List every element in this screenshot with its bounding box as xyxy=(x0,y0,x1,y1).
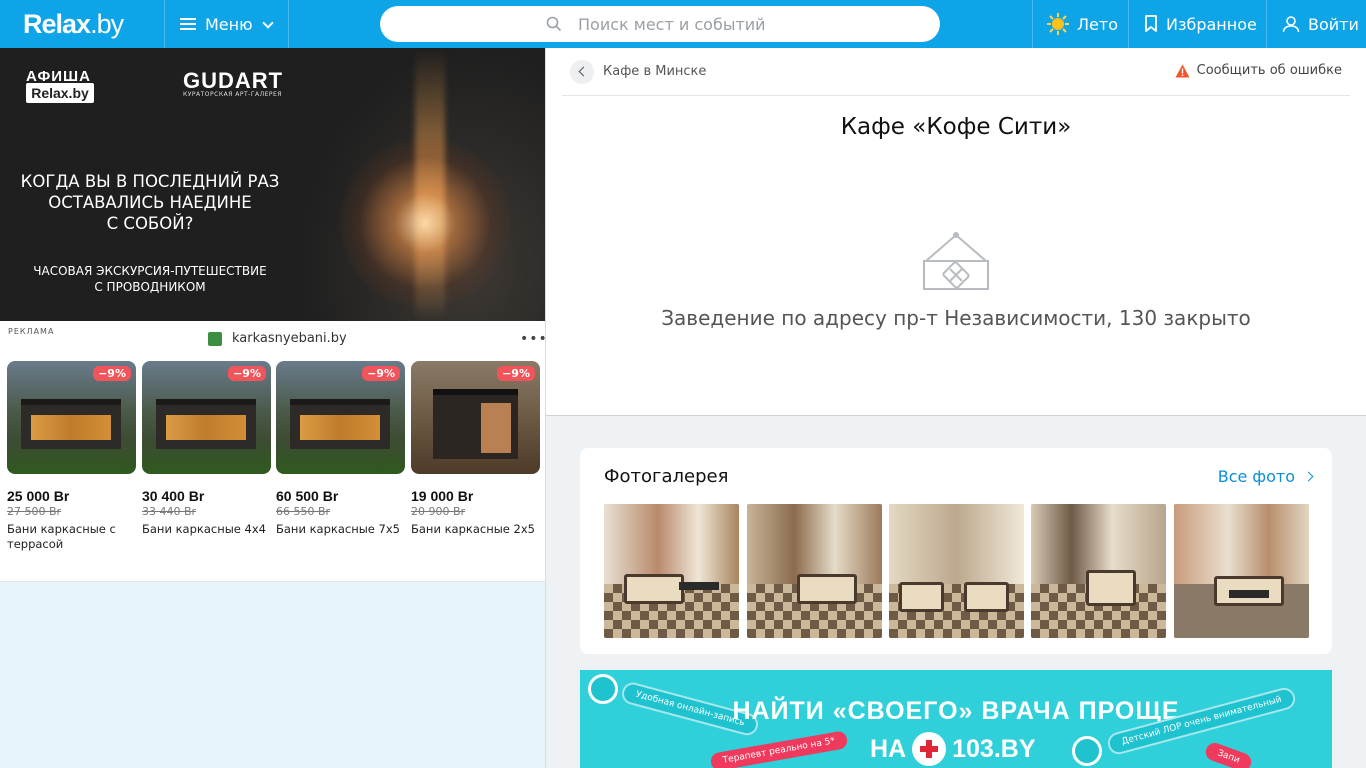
product-old-price: 20 900 Br xyxy=(411,505,466,518)
product-old-price: 66 550 Br xyxy=(276,505,331,518)
ad-product-card[interactable]: −9% 25 000 Br 27 500 Br Бани каркасные с… xyxy=(7,361,136,552)
product-title: Бани каркасные 4х4 xyxy=(142,522,266,536)
product-image: −9% xyxy=(142,361,271,474)
photo-gallery: Фотогалерея Все фото xyxy=(580,448,1332,654)
ad-block: РЕКЛАМА karkasnyebani.by ••• −9% 25 000 … xyxy=(0,321,548,582)
all-photos-label: Все фото xyxy=(1217,467,1295,486)
ad-domain-text: karkasnyebani.by xyxy=(232,331,347,346)
promo-banner[interactable]: АФИША Relax.by GUDART КУРАТОРСКАЯ АРТ-ГА… xyxy=(0,48,545,321)
menu-button[interactable]: Меню xyxy=(164,0,289,48)
gallery-title: Фотогалерея xyxy=(604,466,729,487)
doctor-ad-banner[interactable]: Удобная онлайн-запись Терапевт реально н… xyxy=(580,670,1332,768)
discount-badge: −9% xyxy=(497,366,535,381)
product-price: 19 000 Br xyxy=(411,488,474,504)
closed-sign-icon xyxy=(923,232,989,290)
sun-icon xyxy=(1047,13,1069,35)
place-card: Кафе в Минске Сообщить об ошибке Кафе «К… xyxy=(546,48,1366,416)
discount-badge: −9% xyxy=(93,366,131,381)
product-title: Бани каркасные 2х5 xyxy=(411,522,535,536)
banner-headline: КОГДА ВЫ В ПОСЛЕДНИЙ РАЗ ОСТАВАЛИСЬ НАЕД… xyxy=(0,171,300,234)
logo-text: Relax xyxy=(23,9,91,39)
closed-notice: Заведение по адресу пр-т Независимости, … xyxy=(661,306,1251,330)
product-old-price: 27 500 Br xyxy=(7,505,62,518)
favorites-label: Избранное xyxy=(1166,14,1257,34)
gallery-photo[interactable] xyxy=(1174,504,1309,638)
gallery-photo[interactable] xyxy=(1031,504,1166,638)
banner-subline: ЧАСОВАЯ ЭКСКУРСИЯ-ПУТЕШЕСТВИЕ С ПРОВОДНИ… xyxy=(0,263,300,295)
product-title: Бани каркасные с террасой xyxy=(7,522,116,551)
warning-icon xyxy=(1175,64,1190,77)
banner-subline-line: С ПРОВОДНИКОМ xyxy=(94,280,206,294)
banner-headline-line: КОГДА ВЫ В ПОСЛЕДНИЙ РАЗ xyxy=(20,172,280,191)
product-price: 60 500 Br xyxy=(276,488,339,504)
gallery-photo[interactable] xyxy=(604,504,739,638)
chevron-right-icon xyxy=(1303,471,1314,482)
medical-cross-icon xyxy=(912,732,947,766)
search-bar[interactable] xyxy=(380,6,940,42)
product-price: 30 400 Br xyxy=(142,488,205,504)
banner-subline-line: ЧАСОВАЯ ЭКСКУРСИЯ-ПУТЕШЕСТВИЕ xyxy=(33,264,267,278)
menu-label: Меню xyxy=(205,14,253,34)
product-title: Бани каркасные 7х5 xyxy=(276,522,400,536)
ad-pill: Терапевт реально на 5* xyxy=(709,730,849,768)
ad-label: РЕКЛАМА xyxy=(8,327,55,336)
search-input[interactable] xyxy=(578,14,938,34)
top-header: Relax.by Меню Лето Избранное Войти xyxy=(0,0,1366,48)
bookmark-icon xyxy=(1145,15,1157,32)
product-old-price: 33 440 Br xyxy=(142,505,197,518)
report-error-link[interactable]: Сообщить об ошибке xyxy=(1175,63,1342,78)
chat-bubble-icon xyxy=(1072,736,1102,766)
banner-headline-line: С СОБОЙ? xyxy=(106,214,194,233)
divider xyxy=(562,95,1350,96)
breadcrumb[interactable]: Кафе в Минске xyxy=(603,64,706,79)
ad-product-card[interactable]: −9% 60 500 Br 66 550 Br Бани каркасные 7… xyxy=(276,361,405,537)
gallery-photo[interactable] xyxy=(889,504,1024,638)
logo-suffix: .by xyxy=(90,9,124,39)
ad-product-card[interactable]: −9% 30 400 Br 33 440 Br Бани каркасные 4… xyxy=(142,361,271,537)
gallery-photo[interactable] xyxy=(747,504,882,638)
report-error-label: Сообщить об ошибке xyxy=(1196,63,1342,78)
site-favicon-icon xyxy=(208,331,222,346)
back-arrow-icon[interactable] xyxy=(570,60,594,84)
all-photos-link[interactable]: Все фото xyxy=(1217,467,1314,486)
discount-badge: −9% xyxy=(228,366,266,381)
discount-badge: −9% xyxy=(362,366,400,381)
ad-domain-link[interactable]: karkasnyebani.by xyxy=(208,331,347,346)
hamburger-icon xyxy=(180,18,196,30)
ad-headline-brand: НА 103.BY xyxy=(870,732,1036,766)
more-options-icon[interactable]: ••• xyxy=(520,331,548,347)
heart-glow-image xyxy=(340,138,510,308)
login-button[interactable]: Войти xyxy=(1266,0,1366,48)
season-button[interactable]: Лето xyxy=(1032,0,1128,48)
partner-subtitle: КУРАТОРСКАЯ АРТ-ГАЛЕРЕЯ xyxy=(183,91,282,98)
favorites-button[interactable]: Избранное xyxy=(1128,0,1266,48)
product-price: 25 000 Br xyxy=(7,488,70,504)
page-title: Кафе «Кофе Сити» xyxy=(840,114,1072,140)
product-image: −9% xyxy=(411,361,540,474)
left-sidebar: АФИША Relax.by GUDART КУРАТОРСКАЯ АРТ-ГА… xyxy=(0,48,548,768)
chevron-down-icon xyxy=(262,17,274,29)
user-icon xyxy=(1282,16,1300,33)
search-icon xyxy=(546,16,562,32)
login-label: Войти xyxy=(1308,14,1359,34)
product-image: −9% xyxy=(276,361,405,474)
product-image: −9% xyxy=(7,361,136,474)
ad-brand: 103.BY xyxy=(952,734,1036,763)
ad-headline-pre: НА xyxy=(870,734,907,763)
ad-product-card[interactable]: −9% 19 000 Br 20 900 Br Бани каркасные 2… xyxy=(411,361,540,537)
banner-headline-line: ОСТАВАЛИСЬ НАЕДИНЕ xyxy=(48,193,252,212)
season-label: Лето xyxy=(1077,14,1118,34)
main-content: Кафе в Минске Сообщить об ошибке Кафе «К… xyxy=(546,48,1366,768)
afisha-brand: Relax.by xyxy=(26,83,94,103)
ad-pill: Запи xyxy=(1203,740,1254,768)
site-logo[interactable]: Relax.by xyxy=(23,9,124,39)
